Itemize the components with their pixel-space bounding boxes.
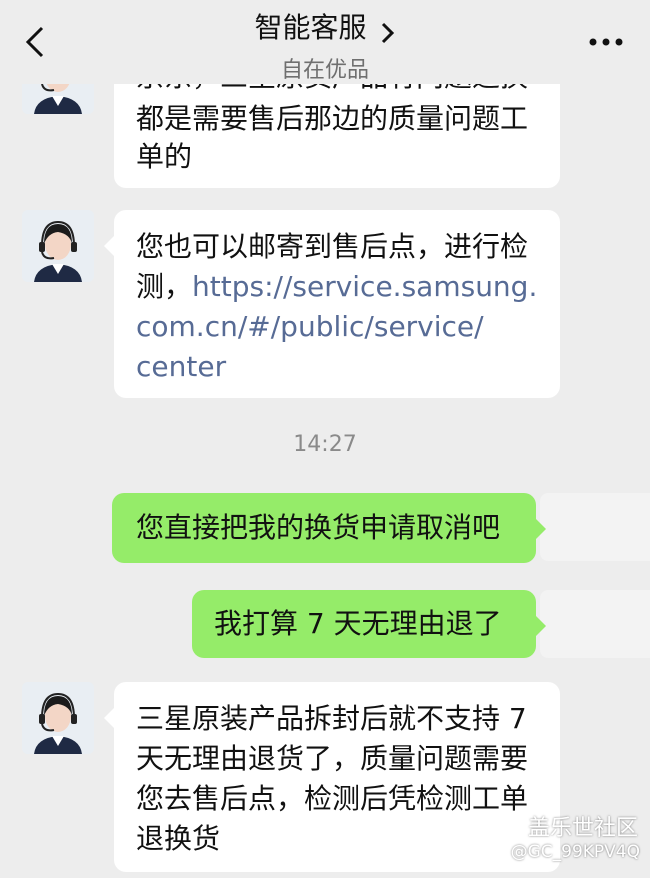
message-line: 您也可以邮寄到售后点，进行检 xyxy=(136,230,529,263)
more-button[interactable] xyxy=(586,30,626,54)
message-line: 退换货 xyxy=(136,822,221,855)
user-avatar[interactable] xyxy=(540,590,650,658)
chat-title: 智能客服 xyxy=(254,11,367,44)
service-link[interactable]: https://service.samsung. xyxy=(192,270,537,303)
message-line: 您去售后点，检测后凭检测工单 xyxy=(136,782,529,815)
message-line: 测，https://service.samsung. xyxy=(136,268,537,306)
message-text: 我打算 7 天无理由退了 xyxy=(214,607,502,640)
message-bubble-agent-3[interactable]: 三星原装产品拆封后就不支持 7 天无理由退货了，质量问题需要 您去售后点，检测后… xyxy=(104,682,560,872)
message-line: 三星原装产品拆封后就不支持 7 xyxy=(136,702,527,735)
message-bubble-user-1[interactable]: 您直接把我的换货申请取消吧 xyxy=(112,493,546,563)
agent-avatar[interactable] xyxy=(22,682,94,754)
user-avatar[interactable] xyxy=(540,493,650,561)
chat-header: 智能客服 自在优品 xyxy=(0,0,650,84)
agent-avatar[interactable] xyxy=(22,210,94,282)
agent-avatar-icon xyxy=(22,682,94,754)
service-link[interactable]: center xyxy=(136,348,226,386)
chevron-right-icon xyxy=(381,22,394,43)
message-text: 您直接把我的换货申请取消吧 xyxy=(136,511,501,544)
message-line: 天无理由退货了，质量问题需要 xyxy=(136,742,529,775)
agent-avatar-icon xyxy=(22,210,94,282)
watermark-logo: 盖乐世社区 xyxy=(527,816,638,841)
message-bubble-user-2[interactable]: 我打算 7 天无理由退了 xyxy=(192,590,546,658)
message-bubble-agent-2[interactable]: 您也可以邮寄到售后点，进行检 测，https://service.samsung… xyxy=(104,210,560,398)
message-text: 测， xyxy=(136,270,193,303)
service-link[interactable]: com.cn/#/public/service/ xyxy=(136,308,484,346)
message-line: 都是需要售后那边的质量问题工 xyxy=(136,102,529,135)
message-line: 单的 xyxy=(136,140,193,173)
more-dots-icon xyxy=(589,38,623,46)
chat-subtitle: 自在优品 xyxy=(280,58,369,83)
watermark-handle: @GC_99KPV4Q xyxy=(510,842,640,862)
chat-area: 京东，三星原货产品有问题退换 都是需要售后那边的质量问题工 单的 您也可以邮寄到… xyxy=(0,0,650,878)
title-wrap[interactable]: 智能客服 xyxy=(0,6,650,46)
timestamp: 14:27 xyxy=(293,432,357,457)
